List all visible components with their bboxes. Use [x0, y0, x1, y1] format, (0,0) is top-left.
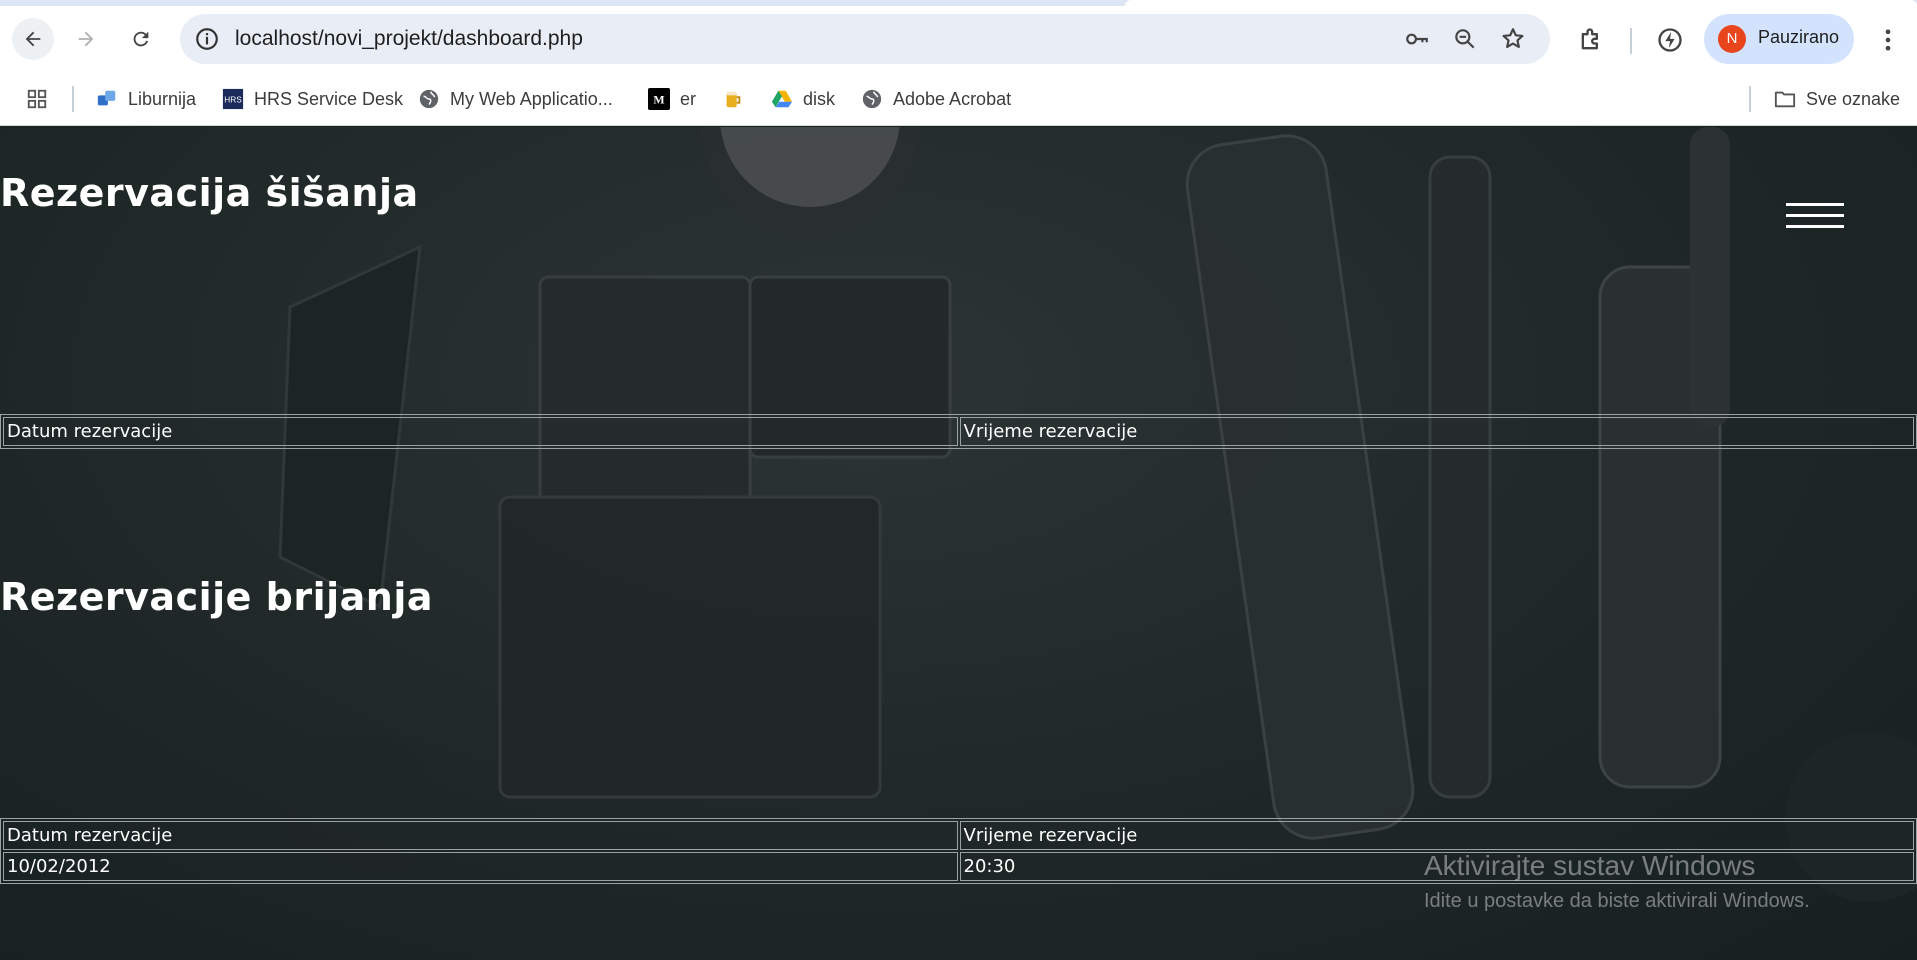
- bookmarks-divider: [1749, 86, 1751, 112]
- time-column-header: Vrijeme rezervacije: [959, 417, 1914, 446]
- info-icon[interactable]: [194, 26, 220, 52]
- performance-icon[interactable]: [1656, 26, 1684, 54]
- table-header-row: Datum rezervacije Vrijeme rezervacije: [3, 821, 1914, 850]
- address-bar[interactable]: localhost/novi_projekt/dashboard.php: [180, 14, 1550, 64]
- bookmark-label: Liburnija: [128, 88, 197, 109]
- arrow-right-icon: [78, 31, 94, 47]
- time-column-header: Vrijeme rezervacije: [959, 821, 1914, 850]
- extensions-icon[interactable]: [1577, 26, 1605, 54]
- bookmark-medium[interactable]: M er: [648, 84, 696, 114]
- star-icon[interactable]: [1500, 26, 1526, 52]
- bookmark-liburnija[interactable]: Liburnija: [96, 84, 196, 114]
- bookmark-beer[interactable]: [722, 84, 754, 114]
- key-icon[interactable]: [1404, 26, 1430, 52]
- shave-reservations-title: Rezervacije brijanja: [0, 575, 434, 619]
- toolbar-divider: [1630, 28, 1632, 54]
- more-menu-icon[interactable]: [1874, 26, 1902, 54]
- globe-icon: [419, 89, 439, 109]
- bookmark-label: Adobe Acrobat: [893, 88, 1012, 109]
- bookmarks-bar: Liburnija HRS HRS Service Desk My Web Ap…: [0, 74, 1917, 126]
- date-column-header: Datum rezervacije: [3, 821, 958, 850]
- windows-activation-title: Aktivirajte sustav Windows: [1424, 850, 1756, 881]
- browser-toolbar: localhost/novi_projekt/dashboard.php N P…: [0, 6, 1917, 74]
- bookmark-label: My Web Applicatio...: [450, 88, 613, 109]
- bookmark-label: HRS Service Desk: [254, 88, 404, 109]
- hamburger-menu-button[interactable]: [1786, 203, 1844, 235]
- avatar: N: [1718, 25, 1746, 53]
- forward-button[interactable]: [65, 18, 107, 60]
- bookmarks-divider: [72, 86, 74, 112]
- profile-button[interactable]: N Pauzirano: [1704, 14, 1854, 64]
- table-header-row: Datum rezervacije Vrijeme rezervacije: [3, 417, 1914, 446]
- hrs-icon: HRS: [222, 88, 244, 110]
- bookmark-adobe-acrobat[interactable]: Adobe Acrobat: [861, 84, 1011, 114]
- url-text[interactable]: localhost/novi_projekt/dashboard.php: [235, 27, 583, 51]
- svg-text:M: M: [653, 93, 664, 107]
- medium-icon: M: [648, 88, 670, 110]
- apps-button[interactable]: [26, 84, 58, 114]
- apps-grid-icon: [27, 89, 47, 109]
- back-button[interactable]: [12, 18, 54, 60]
- arrow-left-icon: [25, 31, 41, 47]
- haircut-reservations-table: Datum rezervacije Vrijeme rezervacije: [0, 414, 1917, 449]
- bookmark-my-web-application[interactable]: My Web Applicatio...: [418, 84, 613, 114]
- reload-icon: [133, 31, 149, 47]
- globe-icon: [862, 89, 882, 109]
- bookmark-hrs-service-desk[interactable]: HRS HRS Service Desk: [222, 84, 403, 114]
- date-column-header: Datum rezervacije: [3, 417, 958, 446]
- all-bookmarks-label: Sve oznake: [1806, 88, 1901, 109]
- bookmark-label: disk: [803, 88, 836, 109]
- windows-activation-subtitle: Idite u postavke da biste aktivirali Win…: [1424, 890, 1810, 912]
- reservation-date-cell: 10/02/2012: [3, 852, 958, 881]
- folder-icon: [1774, 91, 1796, 108]
- all-bookmarks-button[interactable]: Sve oznake: [1774, 84, 1900, 114]
- liburnija-icon: [97, 90, 116, 106]
- profile-name: Pauzirano: [1758, 27, 1840, 47]
- dashboard-page: Rezervacija šišanja Datum rezervacije Vr…: [0, 127, 1917, 960]
- zoom-icon[interactable]: [1452, 26, 1478, 52]
- bookmark-disk[interactable]: disk: [771, 84, 835, 114]
- haircut-reservations-title: Rezervacija šišanja: [0, 171, 419, 215]
- svg-text:HRS: HRS: [224, 96, 242, 105]
- reload-button[interactable]: [120, 18, 162, 60]
- bookmark-label: er: [680, 88, 697, 109]
- google-drive-icon: [771, 90, 793, 108]
- beer-icon: [726, 91, 741, 108]
